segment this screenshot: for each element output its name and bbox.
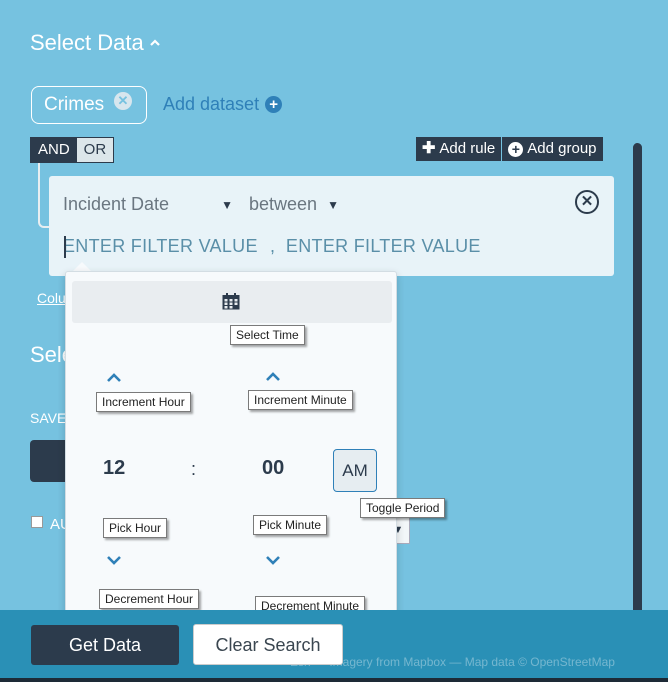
filter-separator: , (270, 236, 276, 256)
field-select[interactable]: Incident Date ▼ (63, 194, 233, 215)
add-dataset-link[interactable]: Add dataset + (163, 94, 283, 115)
toggle-period-tooltip: Toggle Period (360, 498, 446, 518)
rule-actions: ✚ Add rule + Add group (416, 137, 603, 161)
columns-link[interactable]: Colu (37, 290, 66, 306)
bottom-edge (0, 678, 668, 682)
increment-hour-icon[interactable] (106, 373, 122, 383)
text-cursor (64, 236, 66, 258)
dropdown-arrow-icon: ▼ (221, 198, 233, 212)
add-dataset-label: Add dataset (163, 94, 260, 114)
minute-display[interactable]: 00 (262, 457, 284, 480)
plus-icon: ✚ (422, 140, 436, 157)
filter-value-end-input[interactable]: , ENTER FILTER VALUE (270, 236, 481, 257)
hidden-button[interactable] (30, 440, 70, 482)
increment-minute-icon[interactable] (265, 372, 281, 382)
decrement-minute-icon[interactable] (265, 555, 281, 565)
and-or-toggle[interactable]: AND OR (30, 137, 115, 163)
remove-rule-icon[interactable]: ✕ (575, 190, 599, 214)
save-label-partial: SAVE (30, 410, 67, 426)
select-data-title: Select Data (30, 30, 144, 55)
dropdown-arrow-icon: ▼ (327, 198, 339, 212)
and-button[interactable]: AND (31, 138, 77, 162)
increment-minute-tooltip: Increment Minute (248, 390, 353, 410)
dataset-chip[interactable]: Crimes ✕ (31, 86, 147, 124)
calendar-icon[interactable] (222, 293, 240, 310)
add-rule-label: Add rule (439, 140, 496, 157)
add-group-button[interactable]: + Add group (502, 137, 603, 161)
clear-search-button[interactable]: Clear Search (193, 624, 343, 665)
or-button[interactable]: OR (76, 138, 114, 162)
add-rule-button[interactable]: ✚ Add rule (416, 137, 502, 161)
rule-container (49, 176, 614, 276)
chevron-up-icon (149, 39, 160, 46)
auto-checkbox[interactable] (31, 516, 43, 528)
increment-hour-tooltip: Increment Hour (96, 392, 191, 412)
field-select-value: Incident Date (63, 194, 170, 214)
add-group-label: Add group (527, 140, 597, 157)
filter-value-start-input[interactable]: ENTER FILTER VALUE (63, 236, 258, 257)
plus-circle-icon: + (265, 96, 283, 113)
dataset-chip-label: Crimes (44, 94, 105, 115)
filter-value-end-placeholder: ENTER FILTER VALUE (285, 236, 481, 256)
select-time-tooltip: Select Time (230, 325, 305, 345)
toggle-period-button[interactable]: AM (333, 449, 377, 492)
page-heading-partial (150, 0, 310, 6)
decrement-hour-icon[interactable] (106, 555, 122, 565)
hour-display[interactable]: 12 (103, 457, 125, 480)
decrement-hour-tooltip: Decrement Hour (99, 589, 200, 609)
pick-hour-tooltip: Pick Hour (103, 518, 168, 538)
scrollbar[interactable] (633, 143, 642, 613)
pick-minute-tooltip: Pick Minute (253, 515, 328, 535)
get-data-button[interactable]: Get Data (31, 625, 179, 665)
operator-select-value: between (249, 194, 318, 214)
remove-dataset-icon[interactable]: ✕ (114, 92, 132, 110)
plus-circle-icon: + (508, 141, 524, 157)
time-separator: : (191, 459, 197, 479)
select-data-heading[interactable]: Select Data (30, 30, 160, 56)
operator-select[interactable]: between ▼ (249, 194, 339, 215)
